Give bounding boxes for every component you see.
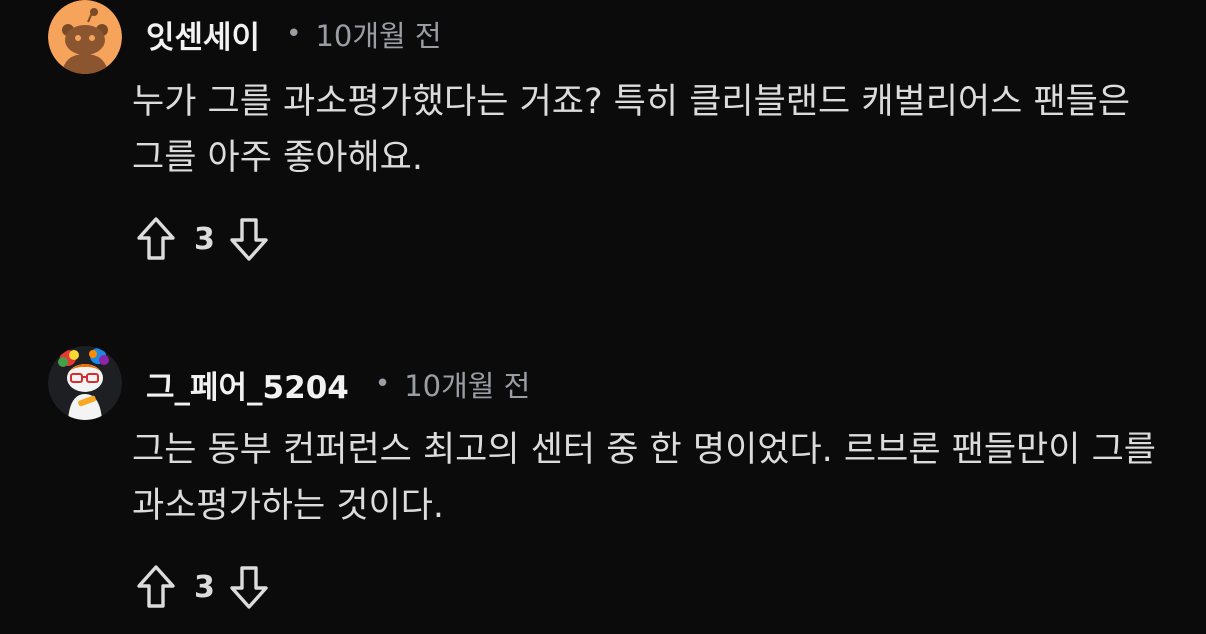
downvote-arrow-icon bbox=[230, 566, 268, 609]
snoo-avatar-icon bbox=[48, 346, 122, 420]
upvote-arrow-icon bbox=[137, 217, 175, 260]
timestamp[interactable]: 10개월 전 bbox=[315, 13, 441, 55]
meta-separator: • bbox=[286, 19, 302, 49]
snoo-avatar-icon bbox=[48, 0, 122, 74]
comment-text: 그는 동부 컨퍼런스 최고의 센터 중 한 명이었다. 르브론 팬들만이 그를 … bbox=[132, 430, 1156, 526]
vote-bar: 3 bbox=[134, 562, 271, 612]
comment-meta: 잇센세이 • 10개월 전 bbox=[146, 12, 442, 56]
downvote-button[interactable] bbox=[227, 215, 271, 263]
upvote-button[interactable] bbox=[134, 215, 178, 263]
comment-thread: 잇센세이 • 10개월 전 누가 그를 과소평가했다는 거죠? 특히 클리블랜드… bbox=[0, 0, 1206, 634]
vote-count: 3 bbox=[194, 569, 215, 605]
username-link[interactable]: 잇센세이 bbox=[146, 12, 260, 57]
vote-bar: 3 bbox=[134, 214, 271, 264]
meta-separator: • bbox=[374, 369, 391, 399]
downvote-button[interactable] bbox=[227, 563, 271, 611]
user-avatar[interactable] bbox=[48, 346, 122, 420]
upvote-button[interactable] bbox=[134, 563, 178, 611]
downvote-arrow-icon bbox=[230, 218, 268, 261]
comment-text: 누가 그를 과소평가했다는 거죠? 특히 클리블랜드 캐벌리어스 팬들은 그를 … bbox=[132, 82, 1131, 178]
upvote-arrow-icon bbox=[137, 565, 175, 608]
comment-meta: 그_페어_5204 • 10개월 전 bbox=[146, 362, 530, 406]
timestamp[interactable]: 10개월 전 bbox=[404, 363, 530, 405]
vote-count: 3 bbox=[194, 221, 215, 257]
username-link[interactable]: 그_페어_5204 bbox=[146, 362, 349, 407]
user-avatar[interactable] bbox=[48, 0, 122, 74]
